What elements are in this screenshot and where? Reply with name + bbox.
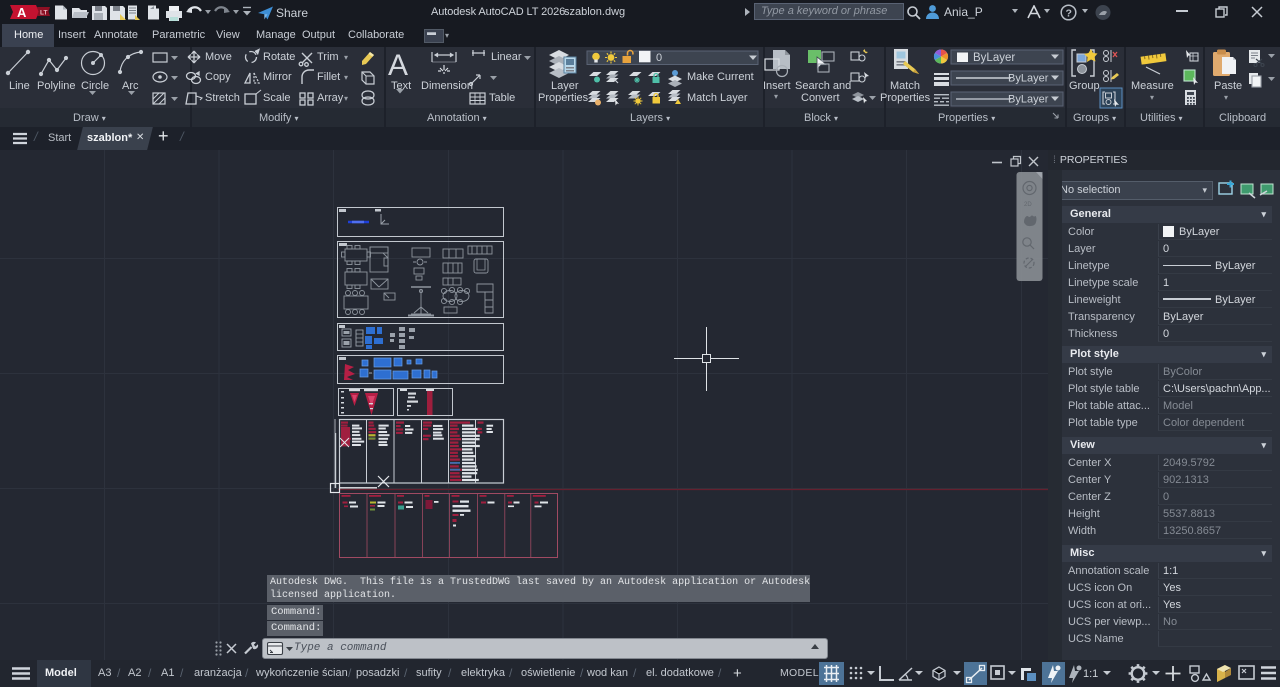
svg-text:ByLayer: ByLayer [1008,94,1049,106]
svg-text:0: 0 [656,52,662,64]
svg-text:ByLayer: ByLayer [1008,73,1049,85]
svg-text:LT: LT [40,10,47,17]
svg-text:1:1: 1:1 [1083,668,1098,680]
svg-text:?: ? [1066,8,1072,20]
svg-text:ByLayer: ByLayer [973,52,1015,64]
svg-text:A: A [388,49,408,82]
svg-text:Share: Share [276,6,308,20]
svg-text:2D: 2D [1024,202,1032,208]
svg-text:A: A [17,5,27,20]
